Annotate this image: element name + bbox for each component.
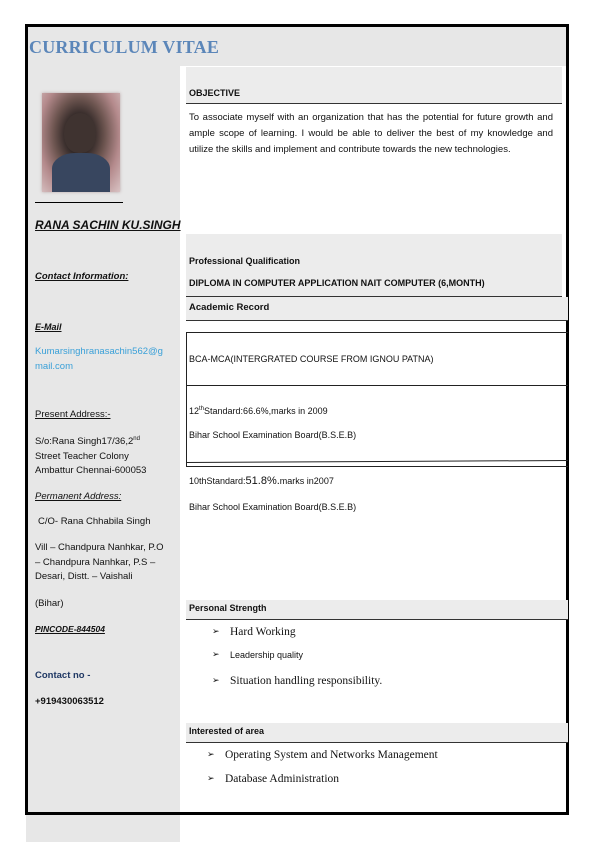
email-address[interactable]: Kumarsinghranasachin562@g mail.com	[35, 345, 163, 374]
qualification-heading: Professional Qualification	[189, 256, 301, 266]
objective-text: To associate myself with an organization…	[189, 112, 553, 155]
present-address-line-2: Street Teacher Colony	[35, 450, 129, 462]
twelfth-board: Bihar School Examination Board(B.S.E.B)	[189, 430, 357, 440]
interest-heading: Interested of area	[189, 726, 265, 736]
academic-rule	[186, 320, 568, 321]
twelfth-record: 12thStandard:66.6%,marks in 2009	[189, 406, 328, 416]
strength-item: ➢ Leadership quality	[212, 650, 304, 660]
present-address: S/o:Rana Singh17/36,2nd Street Teacher C…	[35, 432, 146, 479]
arrow-bullet-icon: ➢	[212, 627, 220, 637]
present-address-line-3: Ambattur Chennai-600053	[35, 465, 147, 477]
strength-item: ➢ Hard Working	[212, 626, 296, 638]
table-left-border	[186, 332, 187, 466]
tenth-board: Bihar School Examination Board(B.S.E.B)	[189, 502, 357, 512]
permanent-line-2: – Chandpura Nanhkar, P.S –	[35, 556, 156, 568]
present-address-line-1: S/o:Rana Singh17/36,2nd	[35, 436, 140, 448]
strength-item: ➢ Situation handling responsibility.	[212, 675, 383, 687]
email-label: E-Mail	[35, 322, 62, 332]
permanent-line-3: Desari, Distt. – Vaishali	[35, 571, 133, 582]
candidate-name: RANA SACHIN KU.SINGH	[35, 218, 181, 232]
arrow-bullet-icon: ➢	[212, 650, 220, 660]
strength-heading: Personal Strength	[189, 603, 267, 613]
photo-shirt	[52, 153, 110, 192]
qualification-item: DIPLOMA IN COMPUTER APPLICATION NAIT COM…	[189, 278, 485, 288]
academic-heading: Academic Record	[189, 302, 270, 313]
arrow-bullet-icon: ➢	[207, 774, 215, 784]
table-line-4	[186, 466, 568, 467]
contact-number-label: Contact no -	[35, 670, 91, 681]
state: (Bihar)	[35, 598, 64, 609]
objective-heading: OBJECTIVE	[189, 88, 241, 98]
bca-record: BCA-MCA(INTERGRATED COURSE FROM IGNOU PA…	[189, 354, 434, 364]
strength-rule	[186, 619, 568, 620]
pincode: PINCODE-844504	[35, 624, 105, 634]
contact-number: +919430063512	[35, 696, 104, 707]
email-line-1: Kumarsinghranasachin562@g	[35, 346, 163, 357]
permanent-address-label: Permanent Address:	[35, 491, 122, 502]
email-line-2: mail.com	[35, 360, 74, 372]
arrow-bullet-icon: ➢	[207, 750, 215, 760]
objective-rule	[186, 103, 562, 104]
interest-item: ➢ Operating System and Networks Manageme…	[207, 749, 438, 761]
tenth-record: 10thStandard:51.8%.marks in2007	[189, 475, 334, 487]
permanent-address: Vill – Chandpura Nanhkar, P.O – Chandpur…	[35, 541, 164, 585]
table-line-2	[186, 385, 568, 386]
arrow-bullet-icon: ➢	[212, 676, 220, 686]
permanent-line-1: Vill – Chandpura Nanhkar, P.O	[35, 542, 164, 553]
name-divider	[35, 202, 123, 203]
table-line-1	[186, 332, 568, 333]
profile-photo	[42, 93, 120, 192]
interest-rule	[186, 742, 568, 743]
interest-item: ➢ Database Administration	[207, 773, 340, 785]
document-title: CURRICULUM VITAE	[29, 37, 220, 57]
permanent-care-of: C/O- Rana Chhabila Singh	[38, 516, 151, 527]
present-address-label: Present Address:-	[35, 409, 111, 420]
photo-face	[64, 113, 96, 153]
objective-band	[186, 67, 562, 103]
contact-heading: Contact Information:	[35, 271, 129, 282]
